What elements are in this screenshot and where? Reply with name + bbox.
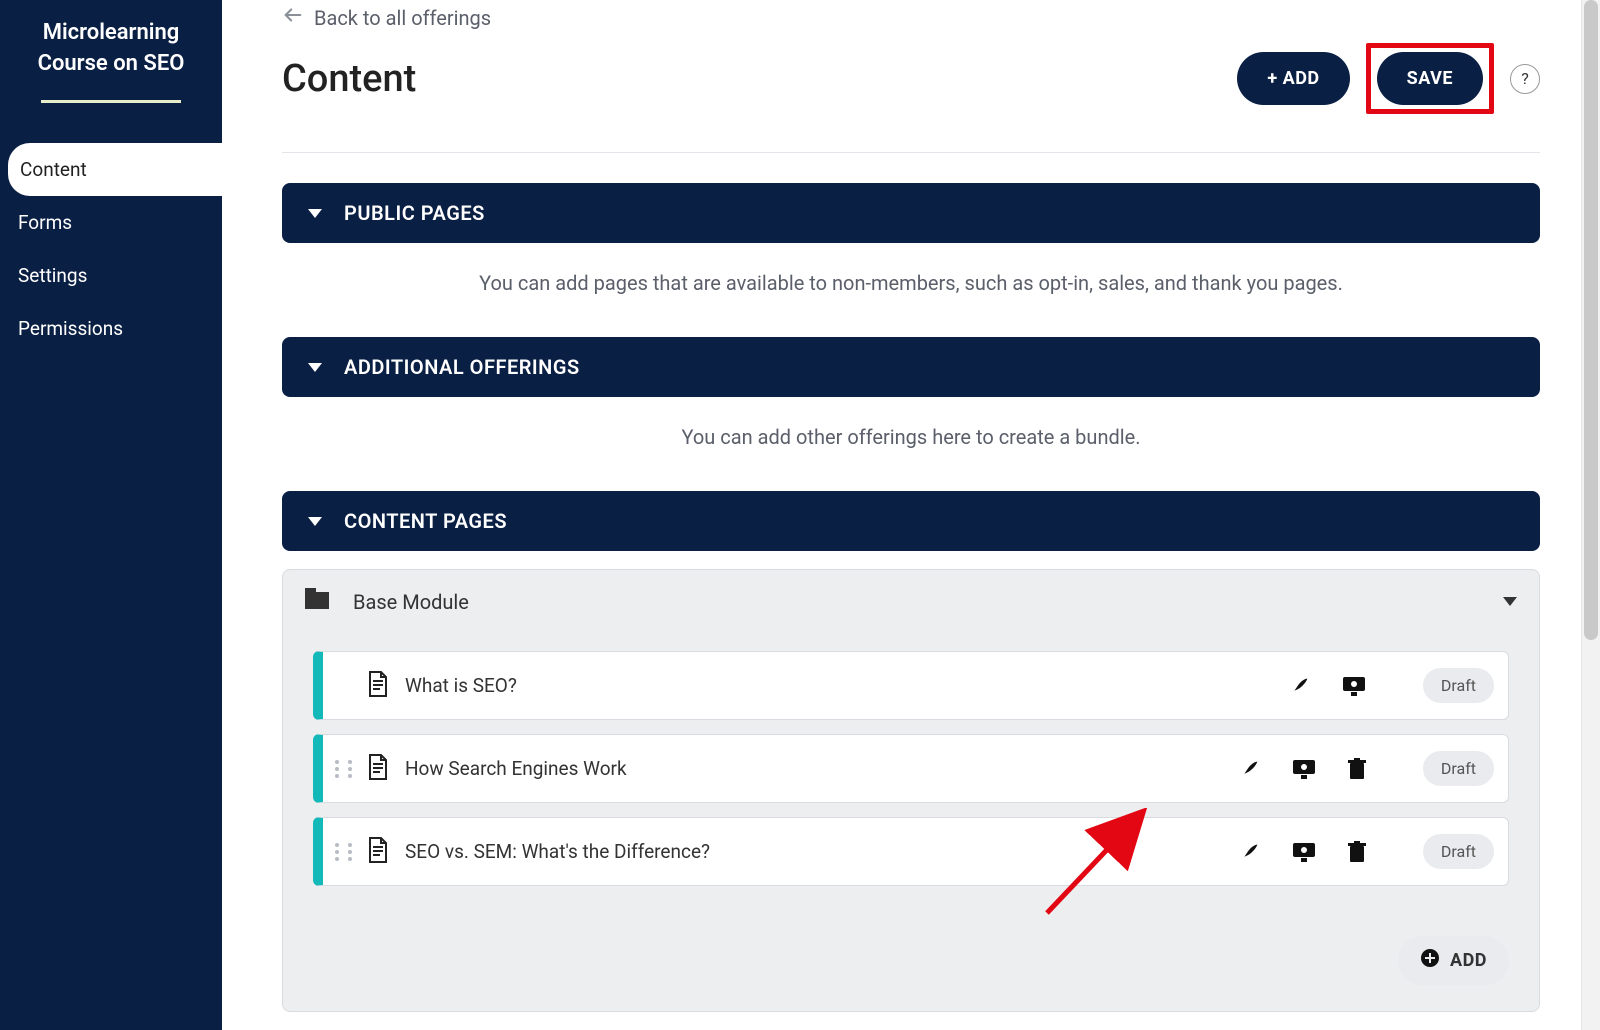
chevron-down-icon [308,517,322,526]
status-badge: Draft [1423,834,1494,869]
save-button[interactable]: SAVE [1377,52,1483,105]
section-additional-offerings-help: You can add other offerings here to crea… [282,397,1540,459]
sidebar-item-label: Forms [18,211,72,234]
section-additional-offerings: ADDITIONAL OFFERINGS You can add other o… [282,337,1540,459]
preview-icon[interactable] [1291,758,1317,780]
chevron-down-icon [308,363,322,372]
section-title: CONTENT PAGES [344,509,507,533]
add-button[interactable]: + ADD [1237,52,1349,105]
edit-design-icon[interactable] [1239,758,1261,780]
delete-icon[interactable] [1347,758,1367,780]
scroll-thumb[interactable] [1584,0,1598,640]
section-additional-offerings-header[interactable]: ADDITIONAL OFFERINGS [282,337,1540,397]
course-title-line1: Microlearning [43,20,180,45]
preview-icon[interactable] [1341,675,1367,697]
preview-icon[interactable] [1291,841,1317,863]
page-row[interactable]: SEO vs. SEM: What's the Difference? [313,817,1509,886]
section-public-pages-help: You can add pages that are available to … [282,243,1540,305]
document-icon [367,837,389,867]
outer-scroll-track [1564,0,1582,1030]
module-name: Base Module [353,590,469,614]
section-title: PUBLIC PAGES [344,201,485,225]
page-title: Content [282,57,416,101]
section-content-pages: CONTENT PAGES Base Module [282,491,1540,1012]
page-title: What is SEO? [405,674,1289,697]
sidebar-item-label: Content [20,158,87,181]
sidebar-item-label: Settings [18,264,87,287]
section-title: ADDITIONAL OFFERINGS [344,355,580,379]
edit-design-icon[interactable] [1239,841,1261,863]
drag-handle-icon[interactable] [335,760,357,778]
folder-icon [305,588,331,615]
help-icon: ? [1521,69,1529,88]
module-header[interactable]: Base Module [283,570,1539,633]
arrow-left-icon [282,4,304,31]
page-title: SEO vs. SEM: What's the Difference? [405,840,1239,863]
sidebar-item-label: Permissions [18,317,123,340]
scroll-track[interactable] [1581,0,1600,1030]
header-divider [282,152,1540,153]
add-button-label: + ADD [1267,68,1319,89]
section-public-pages: PUBLIC PAGES You can add pages that are … [282,183,1540,305]
row-actions [1289,675,1383,697]
course-title: Microlearning Course on SEO [0,18,222,100]
document-icon [367,671,389,701]
page-row[interactable]: What is SEO? [313,651,1509,720]
module-add-button[interactable]: ADD [1398,936,1509,985]
page-row[interactable]: How Search Engines Work [313,734,1509,803]
plus-circle-icon [1420,948,1440,973]
sidebar-item-permissions[interactable]: Permissions [0,302,222,355]
main-content: Back to all offerings Content + ADD SAVE… [222,0,1600,1030]
module-add-label: ADD [1450,950,1487,971]
sidebar-item-content[interactable]: Content [8,143,240,196]
page-title: How Search Engines Work [405,757,1239,780]
module-pages: What is SEO? [283,633,1539,930]
header-actions: + ADD SAVE ? [1237,43,1540,114]
sidebar-item-forms[interactable]: Forms [0,196,222,249]
status-badge: Draft [1423,751,1494,786]
row-actions [1239,758,1383,780]
chevron-down-icon[interactable] [1503,597,1517,606]
back-label: Back to all offerings [314,6,491,30]
module-add-area: ADD [283,930,1539,1011]
title-divider [41,100,181,103]
section-content-pages-header[interactable]: CONTENT PAGES [282,491,1540,551]
row-actions [1239,841,1383,863]
section-public-pages-header[interactable]: PUBLIC PAGES [282,183,1540,243]
drag-handle-icon[interactable] [335,843,357,861]
save-highlight-box: SAVE [1366,43,1494,114]
save-button-label: SAVE [1407,68,1453,89]
chevron-down-icon [308,209,322,218]
document-icon [367,754,389,784]
back-link[interactable]: Back to all offerings [282,0,1540,31]
status-badge: Draft [1423,668,1494,703]
sidebar: Microlearning Course on SEO Content Form… [0,0,222,1030]
delete-icon[interactable] [1347,841,1367,863]
help-button[interactable]: ? [1510,64,1540,94]
course-title-line2: Course on SEO [38,51,185,76]
sidebar-item-settings[interactable]: Settings [0,249,222,302]
edit-design-icon[interactable] [1289,675,1311,697]
module-panel: Base Module [282,569,1540,1012]
